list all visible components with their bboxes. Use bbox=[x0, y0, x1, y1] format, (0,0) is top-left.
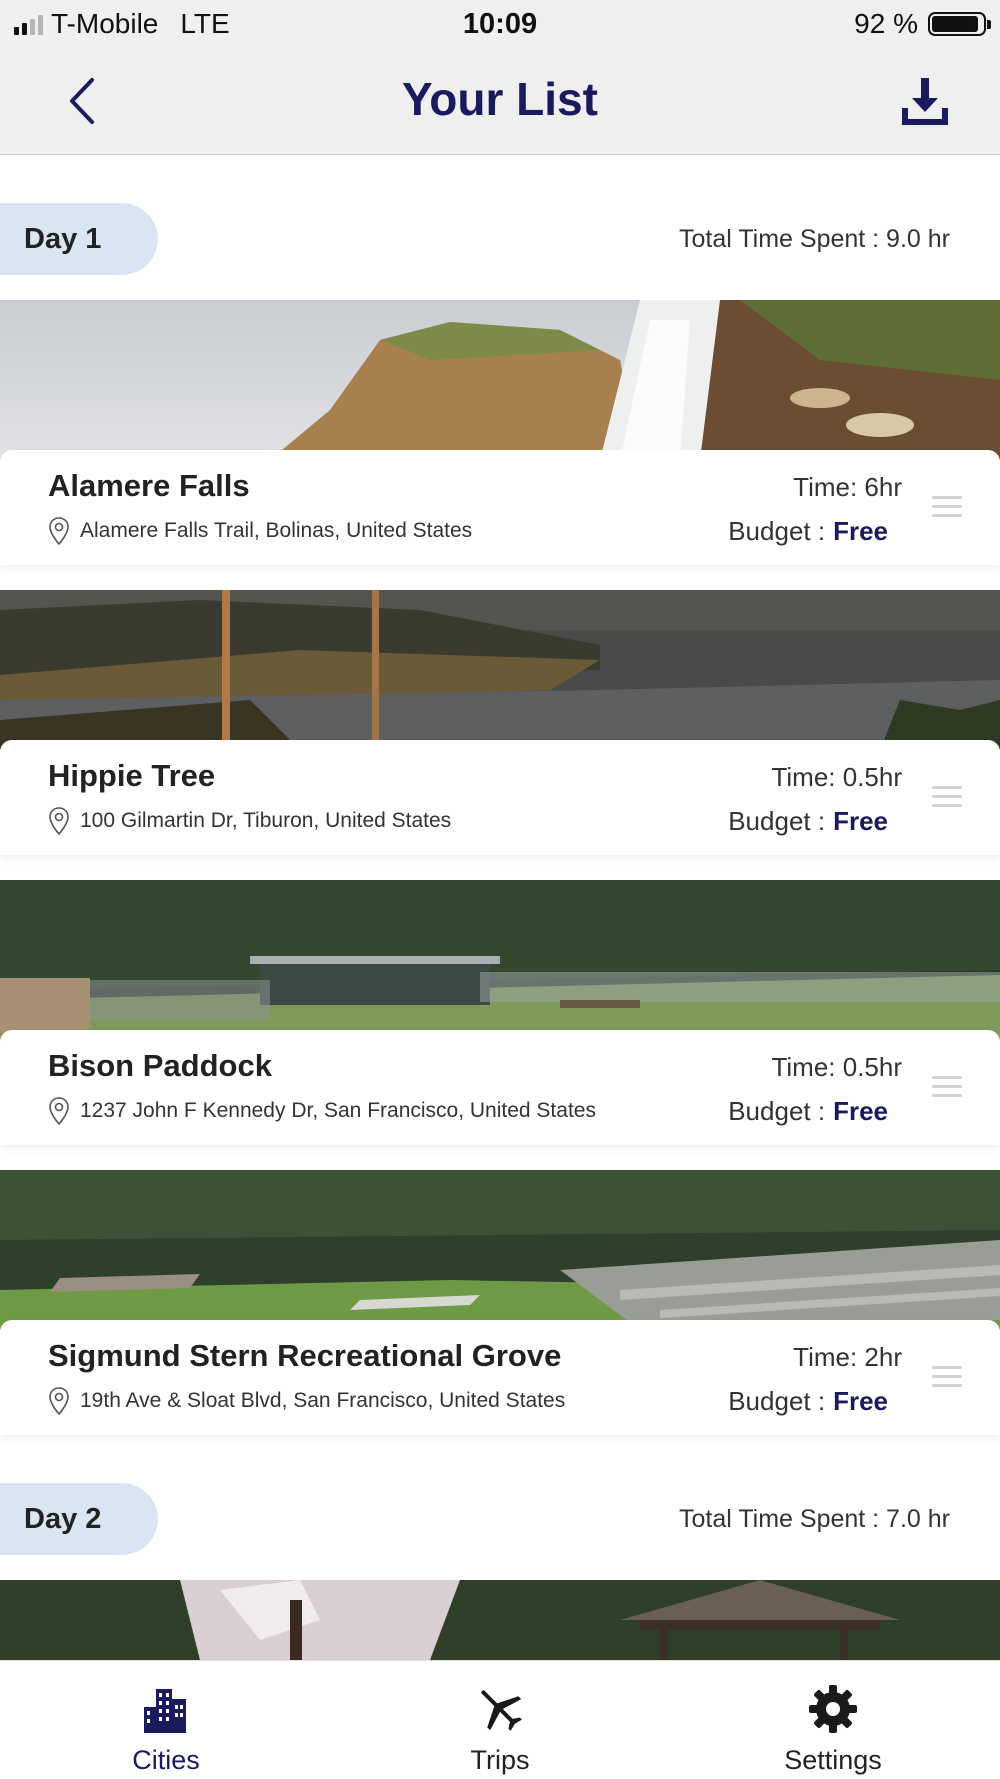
status-right: 92 % bbox=[854, 8, 991, 40]
airplane-icon bbox=[481, 1690, 522, 1731]
battery-percent: 92 % bbox=[854, 8, 918, 39]
place-photo bbox=[0, 1580, 1000, 1660]
total-time-spent: Total Time Spent : 9.0 hr bbox=[679, 225, 950, 253]
status-bar: T-Mobile LTE 10:09 92 % bbox=[0, 0, 1000, 50]
place-info: Alamere Falls Alamere Falls Trail, Bolin… bbox=[0, 450, 1000, 565]
tab-settings[interactable]: Settings bbox=[733, 1661, 933, 1779]
place-address-text: 100 Gilmartin Dr, Tiburon, United States bbox=[80, 809, 452, 832]
place-photo bbox=[0, 590, 1000, 750]
download-button[interactable] bbox=[900, 76, 950, 128]
place-photo bbox=[0, 300, 1000, 460]
drag-handle-icon[interactable] bbox=[932, 1076, 962, 1100]
place-name: Sigmund Stern Recreational Grove bbox=[48, 1338, 562, 1373]
place-info: Bison Paddock 1237 John F Kennedy Dr, Sa… bbox=[0, 1030, 1000, 1145]
place-name: Bison Paddock bbox=[48, 1048, 272, 1083]
place-info: Hippie Tree 100 Gilmartin Dr, Tiburon, U… bbox=[0, 740, 1000, 855]
budget-label: Budget : bbox=[728, 1096, 826, 1126]
battery-icon bbox=[928, 12, 991, 36]
place-address: 19th Ave & Sloat Blvd, San Francisco, Un… bbox=[48, 1386, 565, 1416]
tab-trips[interactable]: Trips bbox=[400, 1661, 600, 1779]
place-card[interactable]: Sigmund Stern Recreational Grove 19th Av… bbox=[0, 1170, 1000, 1435]
drag-handle-icon[interactable] bbox=[932, 786, 962, 810]
total-time-spent: Total Time Spent : 7.0 hr bbox=[679, 1505, 950, 1533]
budget-value: Free bbox=[833, 806, 888, 836]
budget-label: Budget : bbox=[728, 1386, 826, 1416]
drag-handle-icon[interactable] bbox=[932, 1366, 962, 1390]
status-time: 10:09 bbox=[462, 8, 538, 40]
budget-label: Budget : bbox=[728, 806, 826, 836]
place-info: Sigmund Stern Recreational Grove 19th Av… bbox=[0, 1320, 1000, 1435]
gear-icon bbox=[809, 1685, 857, 1733]
location-pin-icon bbox=[49, 1387, 69, 1416]
place-address: 1237 John F Kennedy Dr, San Francisco, U… bbox=[48, 1096, 596, 1126]
place-address: Alamere Falls Trail, Bolinas, United Sta… bbox=[48, 516, 472, 546]
place-time: Time: 0.5hr bbox=[771, 1052, 902, 1082]
place-budget: Budget : Free bbox=[728, 1386, 888, 1417]
budget-value: Free bbox=[833, 1386, 888, 1416]
buildings-icon bbox=[144, 1689, 186, 1733]
place-address: 100 Gilmartin Dr, Tiburon, United States bbox=[48, 806, 451, 836]
place-photo bbox=[0, 1170, 1000, 1330]
place-time: Time: 6hr bbox=[793, 472, 902, 502]
budget-value: Free bbox=[833, 1096, 888, 1126]
place-budget: Budget : Free bbox=[728, 516, 888, 547]
tab-label: Cities bbox=[132, 1745, 200, 1775]
download-icon bbox=[902, 78, 948, 125]
place-address-text: 19th Ave & Sloat Blvd, San Francisco, Un… bbox=[80, 1389, 566, 1412]
tab-label: Settings bbox=[784, 1745, 882, 1775]
tab-cities[interactable]: Cities bbox=[66, 1661, 266, 1779]
budget-value: Free bbox=[833, 516, 888, 546]
location-pin-icon bbox=[49, 1097, 69, 1126]
place-address-text: Alamere Falls Trail, Bolinas, United Sta… bbox=[80, 519, 473, 542]
day-label[interactable]: Day 2 bbox=[0, 1483, 158, 1555]
place-address-text: 1237 John F Kennedy Dr, San Francisco, U… bbox=[80, 1099, 596, 1122]
drag-handle-icon[interactable] bbox=[932, 496, 962, 520]
place-name: Alamere Falls bbox=[48, 468, 250, 503]
place-card[interactable] bbox=[0, 1580, 1000, 1660]
place-time: Time: 2hr bbox=[793, 1342, 902, 1372]
nav-header: Your List bbox=[0, 50, 1000, 155]
location-pin-icon bbox=[49, 517, 69, 546]
tab-label: Trips bbox=[470, 1745, 530, 1775]
place-time: Time: 0.5hr bbox=[771, 762, 902, 792]
place-photo bbox=[0, 880, 1000, 1040]
budget-label: Budget : bbox=[728, 516, 826, 546]
place-name: Hippie Tree bbox=[48, 758, 216, 793]
place-card[interactable]: Alamere Falls Alamere Falls Trail, Bolin… bbox=[0, 300, 1000, 565]
place-card[interactable]: Hippie Tree 100 Gilmartin Dr, Tiburon, U… bbox=[0, 590, 1000, 855]
tab-bar: Cities Trips Settings bbox=[0, 1660, 1000, 1779]
page-title: Your List bbox=[402, 73, 598, 125]
day-header: Day 1 Total Time Spent : 9.0 hr bbox=[0, 203, 1000, 275]
place-card[interactable]: Bison Paddock 1237 John F Kennedy Dr, Sa… bbox=[0, 880, 1000, 1145]
location-pin-icon bbox=[49, 807, 69, 836]
place-budget: Budget : Free bbox=[728, 806, 888, 837]
place-budget: Budget : Free bbox=[728, 1096, 888, 1127]
day-label[interactable]: Day 1 bbox=[0, 203, 158, 275]
day-header: Day 2 Total Time Spent : 7.0 hr bbox=[0, 1483, 1000, 1555]
